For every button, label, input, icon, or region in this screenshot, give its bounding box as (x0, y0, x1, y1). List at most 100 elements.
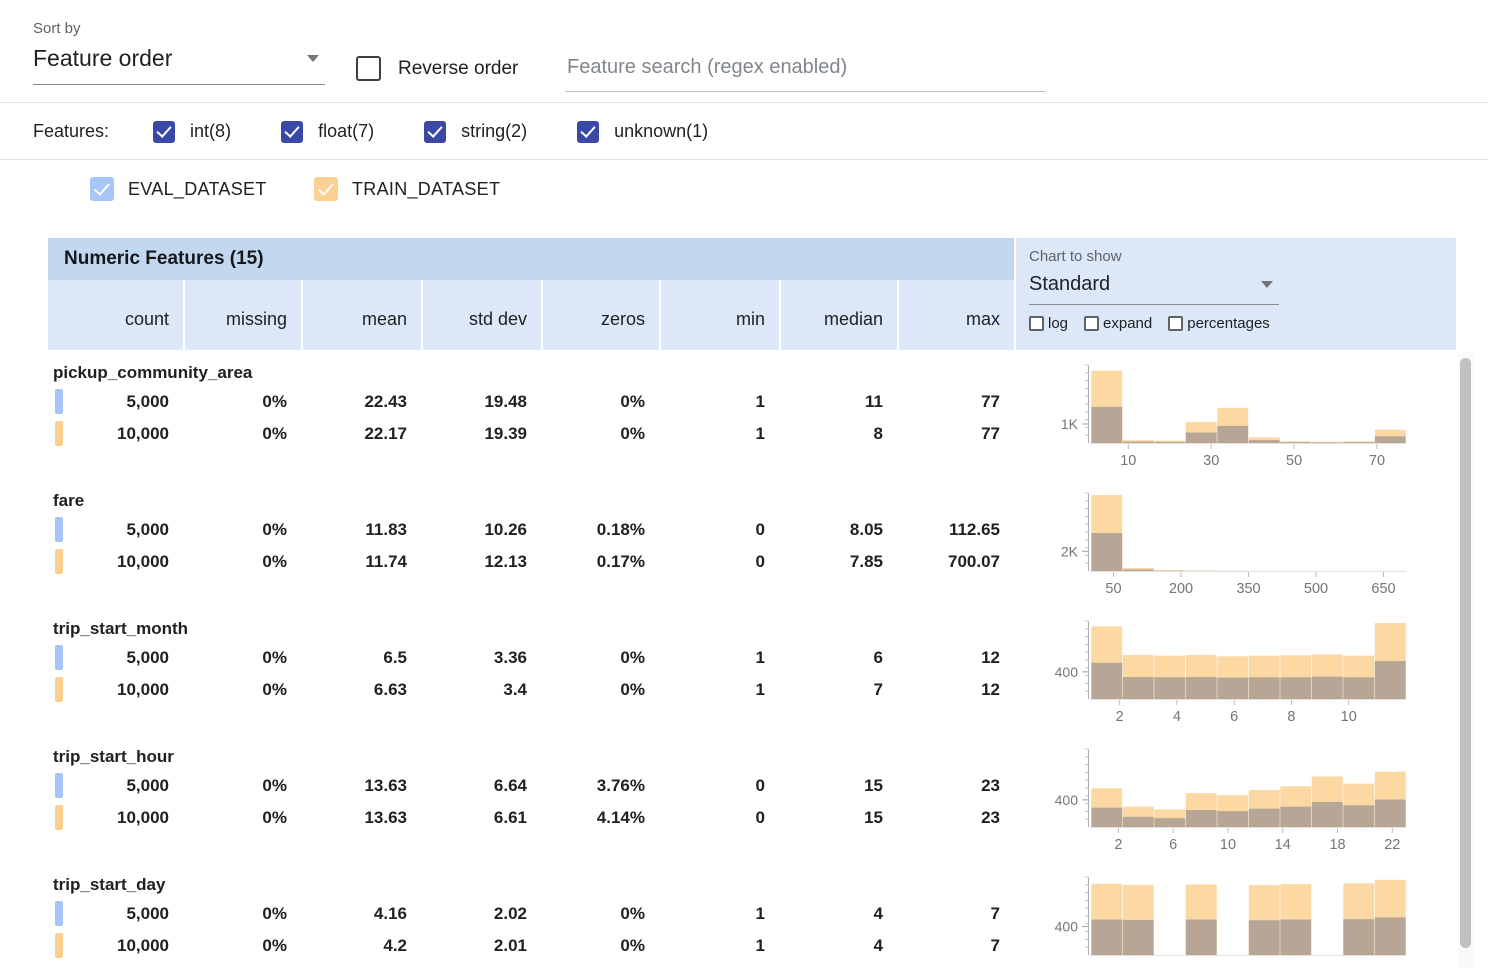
eval-color-chip (55, 389, 63, 414)
svg-text:30: 30 (1203, 453, 1219, 469)
stat-min: 0 (659, 514, 779, 546)
svg-text:8: 8 (1287, 709, 1295, 725)
stat-mean: 13.63 (301, 770, 421, 802)
stat-median: 6 (779, 642, 897, 674)
chart-options: log expand percentages (1029, 315, 1456, 332)
feature-block-pickup_community_area: pickup_community_area5,0000%22.4319.480%… (48, 362, 1014, 490)
chart-controls-panel: Chart to show Standard logexpandpercenta… (1016, 238, 1456, 350)
dataset-checkbox[interactable] (90, 177, 114, 201)
stats-row-eval: 5,0000%4.162.020%147 (48, 898, 1014, 930)
train-color-chip (55, 421, 63, 446)
feature-type-label: float(7) (318, 121, 374, 142)
column-header-zeros: zeros (541, 280, 659, 350)
stat-max: 77 (897, 386, 1014, 418)
feature-type-option: int(8) (153, 121, 231, 143)
stat-mean: 6.5 (301, 642, 421, 674)
stat-min: 1 (659, 642, 779, 674)
stat-max: 12 (897, 642, 1014, 674)
stat-min: 0 (659, 770, 779, 802)
stat-zeros: 3.76% (541, 770, 659, 802)
svg-text:50: 50 (1105, 581, 1121, 597)
stat-median: 7.85 (779, 546, 897, 578)
feature-type-option: string(2) (424, 121, 527, 143)
stat-min: 1 (659, 418, 779, 450)
stat-zeros: 0.18% (541, 514, 659, 546)
vertical-scrollbar[interactable] (1458, 352, 1473, 968)
stat-max: 7 (897, 930, 1014, 962)
scrollbar-thumb[interactable] (1460, 358, 1471, 948)
stat-std-dev: 19.48 (421, 386, 541, 418)
feature-block-trip_start_hour: trip_start_hour5,0000%13.636.643.76%0152… (48, 746, 1014, 874)
train-color-chip (55, 677, 63, 702)
chart-option-percentages: percentages (1168, 315, 1270, 332)
reverse-order-label: Reverse order (398, 58, 518, 80)
svg-text:2K: 2K (1061, 543, 1079, 559)
histogram-trip_start_hour: 4002610141822 (1016, 746, 1456, 874)
chart-option-label: expand (1103, 315, 1152, 332)
histogram-trip_start_day: 400 (1016, 874, 1456, 968)
stat-min: 1 (659, 930, 779, 962)
column-header-missing: missing (183, 280, 301, 350)
charts-column-body: 1K103050702K5020035050065040024681040026… (1016, 350, 1456, 968)
stat-count: 5,000 (48, 770, 183, 802)
stat-missing: 0% (183, 642, 301, 674)
reverse-order-checkbox[interactable] (356, 56, 381, 81)
toolbar: Sort by Feature order Reverse order (0, 0, 1488, 103)
sort-by-value: Feature order (33, 45, 172, 72)
feature-type-checkbox[interactable] (153, 121, 175, 143)
stat-count: 5,000 (48, 386, 183, 418)
stats-row-train: 10,0000%13.636.614.14%01523 (48, 802, 1014, 834)
feature-type-label: unknown(1) (614, 121, 708, 142)
stat-std-dev: 6.64 (421, 770, 541, 802)
stat-zeros: 0% (541, 418, 659, 450)
stat-missing: 0% (183, 770, 301, 802)
feature-name: pickup_community_area (48, 362, 1014, 386)
feature-name: fare (48, 490, 1014, 514)
stat-missing: 0% (183, 802, 301, 834)
stat-std-dev: 3.36 (421, 642, 541, 674)
svg-text:2: 2 (1116, 709, 1124, 725)
stat-mean: 4.16 (301, 898, 421, 930)
feature-type-checkbox[interactable] (577, 121, 599, 143)
feature-type-checkbox[interactable] (281, 121, 303, 143)
dataset-legend-item: EVAL_DATASET (90, 177, 282, 201)
stats-row-train: 10,0000%6.633.40%1712 (48, 674, 1014, 706)
features-filter-label: Features: (33, 121, 109, 142)
svg-text:1K: 1K (1061, 416, 1079, 432)
dataset-legend: EVAL_DATASET TRAIN_DATASET (0, 161, 1488, 217)
stat-std-dev: 10.26 (421, 514, 541, 546)
stats-row-train: 10,0000%4.22.010%147 (48, 930, 1014, 962)
chart-option-label: log (1048, 315, 1068, 332)
feature-search-input[interactable] (565, 48, 1046, 92)
log-checkbox[interactable] (1029, 316, 1044, 331)
eval-color-chip (55, 645, 63, 670)
svg-text:70: 70 (1369, 453, 1385, 469)
svg-text:200: 200 (1169, 581, 1193, 597)
feature-type-checkbox[interactable] (424, 121, 446, 143)
stat-median: 15 (779, 770, 897, 802)
expand-checkbox[interactable] (1084, 316, 1099, 331)
stat-median: 4 (779, 930, 897, 962)
dataset-label: TRAIN_DATASET (352, 179, 500, 200)
svg-text:10: 10 (1341, 709, 1357, 725)
charts-column: Chart to show Standard logexpandpercenta… (1016, 238, 1456, 968)
dataset-label: EVAL_DATASET (128, 179, 267, 200)
numeric-features-header: Numeric Features (15) (48, 238, 1014, 280)
column-header-mean: mean (301, 280, 421, 350)
stat-std-dev: 12.13 (421, 546, 541, 578)
stat-missing: 0% (183, 898, 301, 930)
stat-mean: 6.63 (301, 674, 421, 706)
stat-max: 7 (897, 898, 1014, 930)
stat-missing: 0% (183, 546, 301, 578)
stat-mean: 11.74 (301, 546, 421, 578)
feature-block-fare: fare5,0000%11.8310.260.18%08.05112.6510,… (48, 490, 1014, 618)
dataset-legend-item: TRAIN_DATASET (314, 177, 506, 201)
sort-by-select[interactable]: Feature order (33, 37, 325, 85)
train-color-chip (55, 933, 63, 958)
percentages-checkbox[interactable] (1168, 316, 1183, 331)
dataset-checkbox[interactable] (314, 177, 338, 201)
chart-type-select[interactable]: Standard (1029, 268, 1279, 305)
column-header-std-dev: std dev (421, 280, 541, 350)
stats-row-train: 10,0000%22.1719.390%1877 (48, 418, 1014, 450)
stat-median: 15 (779, 802, 897, 834)
